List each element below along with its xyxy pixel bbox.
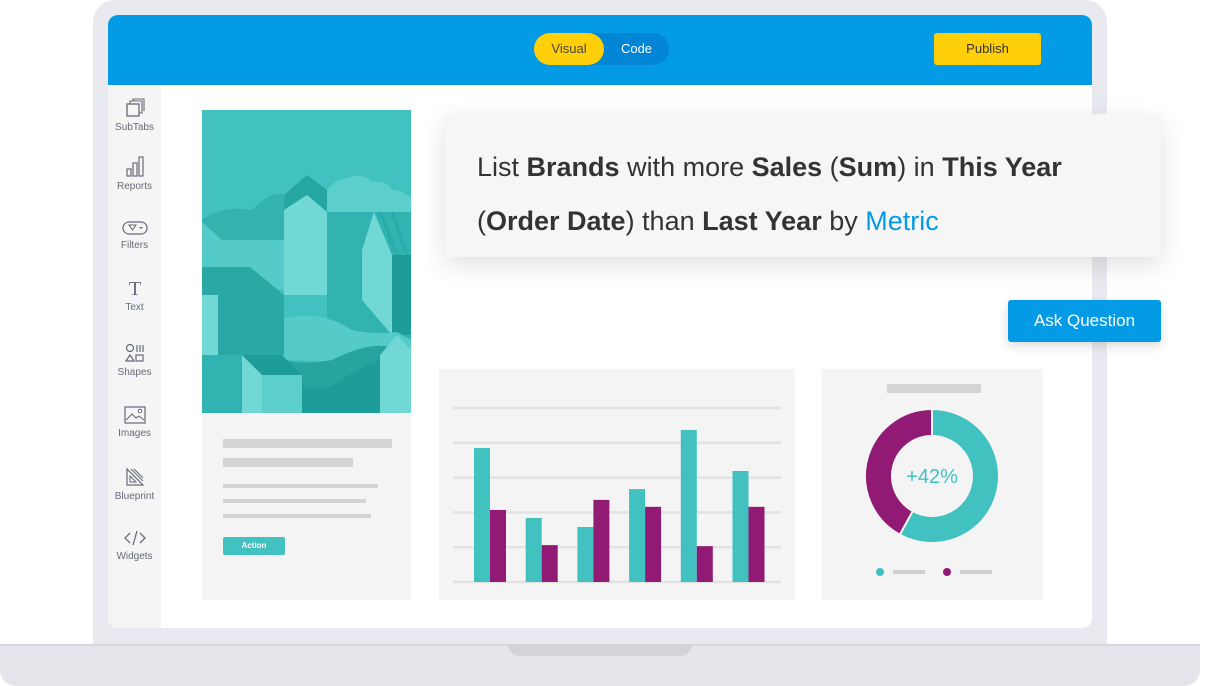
question-segment[interactable]: Sales xyxy=(752,152,823,182)
question-segment: by xyxy=(821,206,866,236)
placeholder-title xyxy=(887,384,981,393)
bar-chart-icon xyxy=(125,156,144,177)
bar-series2-3 xyxy=(593,499,610,582)
sidebar-item-widgets[interactable]: Widgets xyxy=(108,529,161,562)
bar-series2-2 xyxy=(541,545,558,582)
placeholder-line xyxy=(223,499,366,503)
donut-chart-card: +42% xyxy=(822,369,1043,600)
laptop-notch xyxy=(508,644,692,656)
bar-chart-card xyxy=(439,369,795,600)
sidebar-item-shapes[interactable]: Shapes xyxy=(108,343,161,378)
text-icon: T xyxy=(128,278,140,298)
visual-tab[interactable]: Visual xyxy=(534,33,604,65)
bar-series1-5 xyxy=(680,429,697,582)
shapes-icon xyxy=(124,343,144,362)
bar-series2-6 xyxy=(748,506,765,582)
question-segment[interactable]: Last Year xyxy=(702,206,822,236)
bar-series2-5 xyxy=(696,546,713,582)
code-icon xyxy=(123,530,146,546)
question-segment: ) than xyxy=(625,206,703,236)
svg-text:T: T xyxy=(128,278,140,298)
sidebar: SubTabs Reports Filters T Text Shapes Im… xyxy=(108,85,161,628)
placeholder-line xyxy=(223,514,371,518)
donut-chart: +42% xyxy=(864,407,1000,576)
question-segment[interactable]: Sum xyxy=(839,152,898,182)
action-button[interactable]: Action xyxy=(223,537,285,555)
blueprint-icon xyxy=(125,467,144,486)
question-segment[interactable]: Order Date xyxy=(486,206,626,236)
placeholder-title xyxy=(223,439,392,448)
sidebar-item-filters[interactable]: Filters xyxy=(108,220,161,251)
placeholder-subtitle xyxy=(223,458,353,467)
sidebar-item-label: Reports xyxy=(116,181,152,192)
city-illustration xyxy=(202,110,411,413)
filter-icon xyxy=(121,221,148,235)
bar-series2-4 xyxy=(645,506,662,582)
legend-dot xyxy=(876,568,884,576)
sidebar-item-blueprint[interactable]: Blueprint xyxy=(108,467,161,502)
bar-chart xyxy=(453,406,781,584)
question-segment: ( xyxy=(477,206,486,236)
sidebar-item-subtabs[interactable]: SubTabs xyxy=(108,98,161,133)
donut-center-label: +42% xyxy=(906,466,958,488)
top-bar: Visual Code Publish xyxy=(108,15,1092,85)
metric-link[interactable]: Metric xyxy=(865,206,939,236)
bar-series1-1 xyxy=(474,448,490,582)
question-segment: List xyxy=(477,152,527,182)
legend-dot xyxy=(943,568,951,576)
image-icon xyxy=(123,406,146,424)
question-segment[interactable]: This Year xyxy=(942,152,1062,182)
publish-button[interactable]: Publish xyxy=(934,33,1041,65)
sidebar-item-label: Widgets xyxy=(116,551,153,562)
question-segment[interactable]: Brands xyxy=(527,152,620,182)
bar-series1-6 xyxy=(732,470,749,582)
sidebar-item-reports[interactable]: Reports xyxy=(108,155,161,192)
image-card: Action xyxy=(202,110,411,600)
question-segment: with more xyxy=(619,152,752,182)
code-tab[interactable]: Code xyxy=(604,33,669,65)
sidebar-item-label: Filters xyxy=(120,240,149,251)
sidebar-item-label: Images xyxy=(118,428,151,439)
bar-series1-3 xyxy=(577,527,594,582)
sidebar-item-label: Blueprint xyxy=(114,491,155,502)
subtabs-icon xyxy=(125,98,145,117)
legend-label-placeholder xyxy=(893,570,925,574)
question-segment: ( xyxy=(822,152,839,182)
sidebar-item-images[interactable]: Images xyxy=(108,406,161,439)
sidebar-item-label: Shapes xyxy=(117,367,152,378)
sidebar-item-text[interactable]: T Text xyxy=(108,278,161,313)
question-segment: ) in xyxy=(897,152,943,182)
placeholder-line xyxy=(223,484,378,488)
bar-series1-4 xyxy=(629,489,646,582)
sidebar-item-label: SubTabs xyxy=(115,122,154,133)
bar-series1-2 xyxy=(525,517,542,582)
bar-series2-1 xyxy=(490,509,506,582)
legend-label-placeholder xyxy=(960,570,992,574)
ask-question-button[interactable]: Ask Question xyxy=(1008,300,1161,342)
sidebar-item-label: Text xyxy=(125,302,144,313)
view-toggle: Visual Code xyxy=(534,33,669,65)
question-card[interactable]: List Brands with more Sales (Sum) in Thi… xyxy=(445,114,1161,257)
